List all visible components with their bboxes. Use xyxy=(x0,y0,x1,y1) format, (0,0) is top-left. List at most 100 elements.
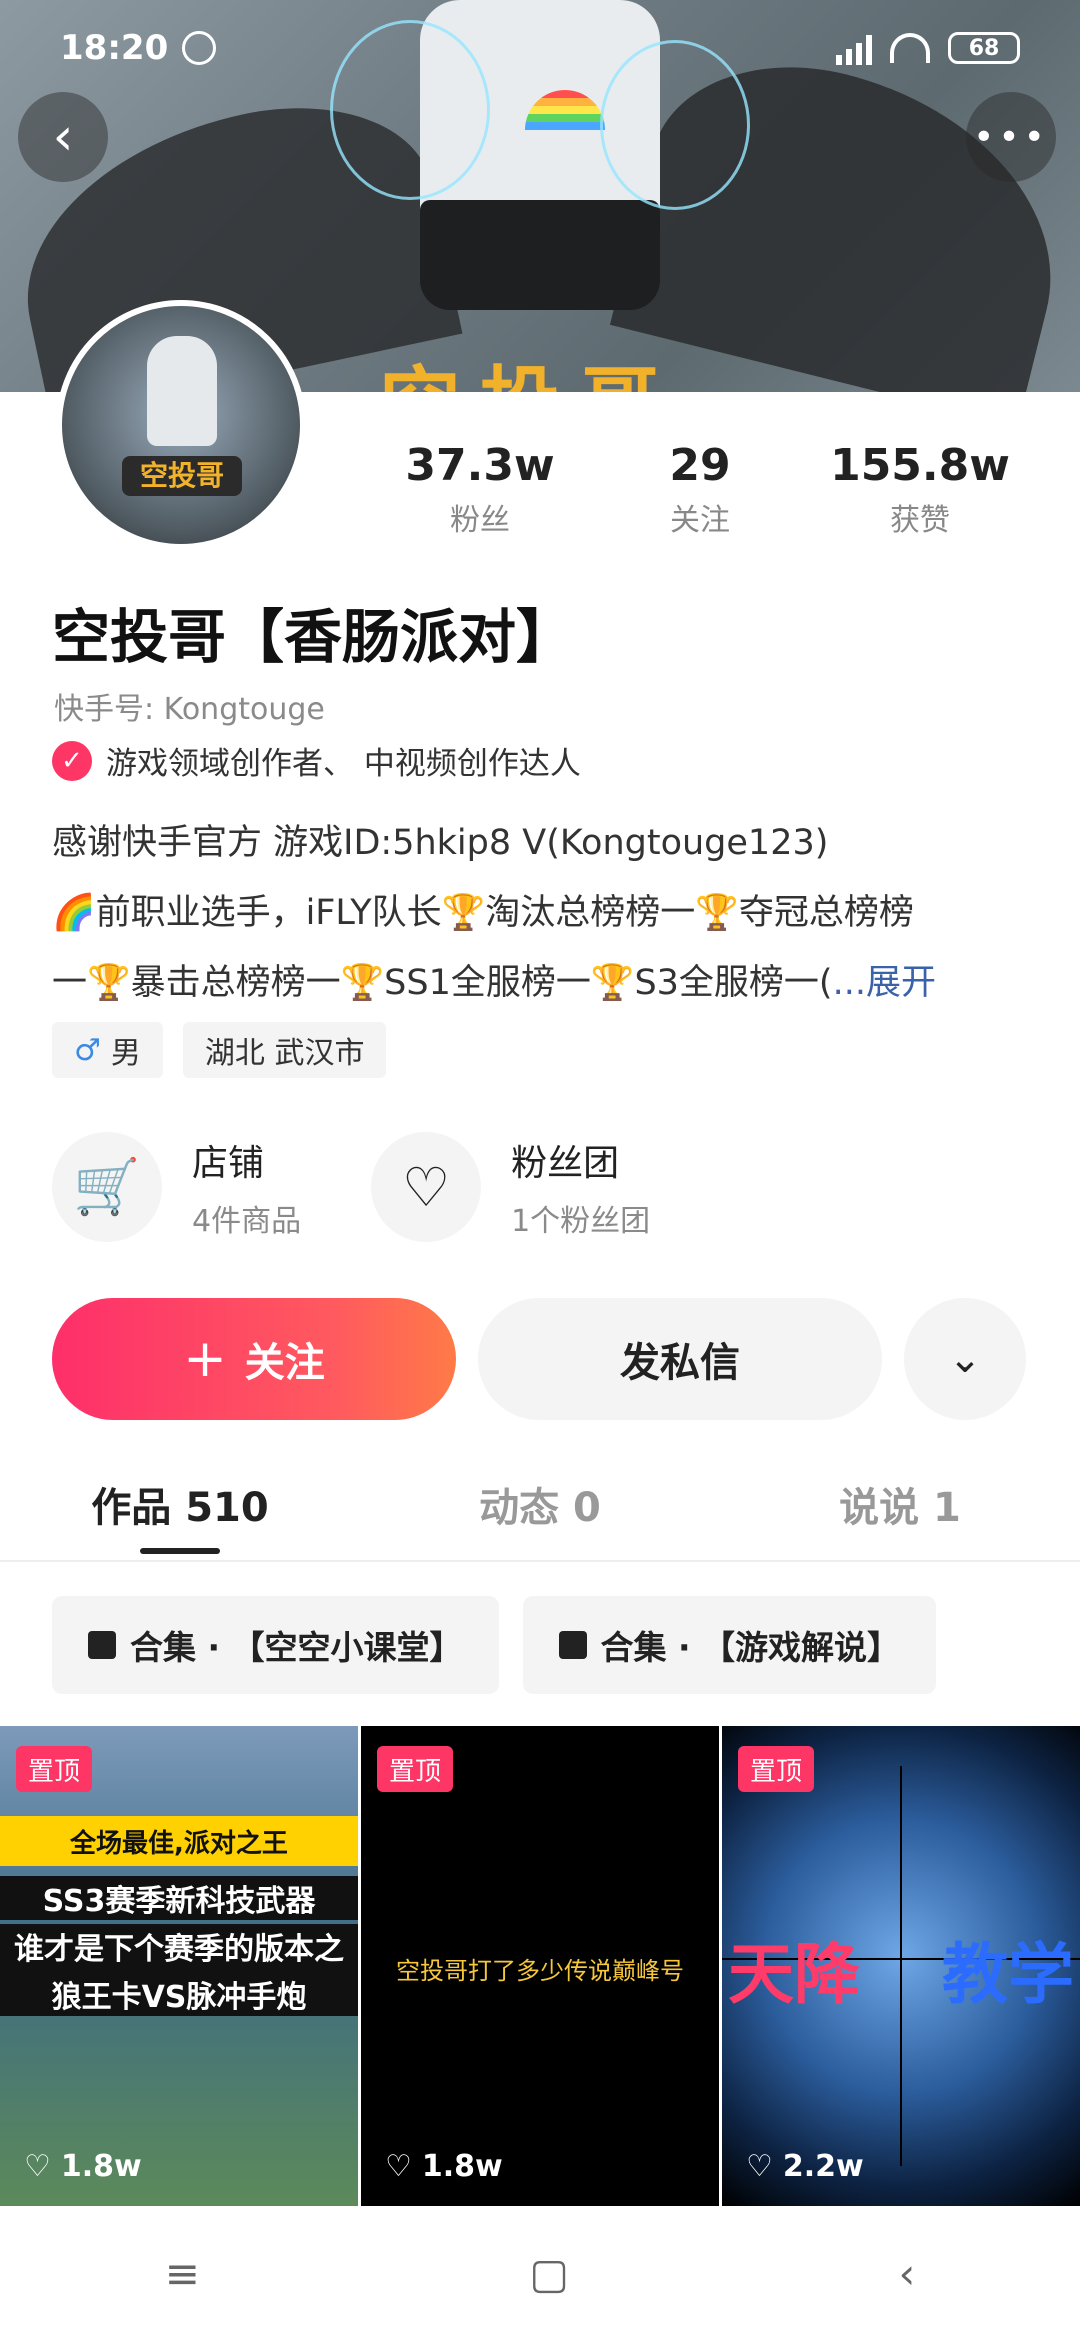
avatar[interactable]: 空投哥 xyxy=(56,300,306,550)
status-time: 18:20 xyxy=(60,28,169,68)
stat-label: 粉丝 xyxy=(450,503,510,538)
bio-line-last: 一🏆暴击总榜榜一🏆SS1全服榜一🏆S3全服榜一(...展开 xyxy=(52,948,1032,1018)
follow-label: 关注 xyxy=(244,1340,325,1386)
profile-bio: 感谢快手官方 游戏ID:5hkip8 V(Kongtouge123) 🌈前职业选… xyxy=(52,808,1032,1018)
pinned-badge: 置顶 xyxy=(377,1746,454,1792)
stat-value: 155.8w xyxy=(830,440,1010,491)
message-button[interactable]: 发私信 xyxy=(478,1298,882,1420)
video-thumbnail[interactable]: 置顶 全场最佳,派对之王 SS3赛季新科技武器 谁才是下个赛季的版本之子 狼王卡… xyxy=(0,1726,358,2206)
likes-count: 2.2w xyxy=(782,2149,864,2184)
tab-label: 说说 1 xyxy=(839,1485,961,1531)
avatar-tag: 空投哥 xyxy=(122,456,242,496)
heart-icon: ♡ xyxy=(746,2149,773,2184)
shop-subtitle: 4件商品 xyxy=(192,1204,302,1239)
caption-part: 天降 xyxy=(728,1936,860,2013)
bio-line: 感谢快手官方 游戏ID:5hkip8 V(Kongtouge123) xyxy=(52,823,829,863)
tab-label: 作品 510 xyxy=(91,1485,269,1531)
profile-tags: ♂ 男 湖北 武汉市 xyxy=(52,1022,387,1078)
wifi-icon xyxy=(890,33,930,63)
profile-stats: 37.3w 粉丝 29 关注 155.8w 获赞 xyxy=(380,440,1020,539)
location-chip: 湖北 武汉市 xyxy=(182,1022,387,1078)
expand-button[interactable]: ⌄ xyxy=(904,1298,1026,1420)
likes-count: 1.8w xyxy=(60,2149,142,2184)
more-dots-icon: ••• xyxy=(973,116,1049,158)
tab-moments[interactable]: 动态 0 xyxy=(360,1448,720,1560)
status-bar: 18:20 68 xyxy=(0,0,1080,96)
gender-text: 男 xyxy=(110,1036,141,1071)
video-grid: 置顶 全场最佳,派对之王 SS3赛季新科技武器 谁才是下个赛季的版本之子 狼王卡… xyxy=(0,1726,1080,2206)
profile-name: 空投哥【香肠派对】 xyxy=(52,603,575,671)
system-nav-bar: ≡ ▢ ‹ xyxy=(0,2206,1080,2340)
content-tabs: 作品 510 动态 0 说说 1 xyxy=(0,1448,1080,1562)
action-buttons: + 关注 发私信 ⌄ xyxy=(52,1298,1028,1420)
collection-chip[interactable]: 合集 · 【空空小课堂】 xyxy=(52,1596,499,1694)
stat-following[interactable]: 29 关注 xyxy=(600,440,800,539)
fans-club-title: 粉丝团 xyxy=(511,1143,620,1184)
video-thumbnail[interactable]: 置顶 天降 教学 ♡ 2.2w xyxy=(722,1726,1080,2206)
stat-label: 获赞 xyxy=(890,503,950,538)
cart-icon: 🛒 xyxy=(52,1132,162,1242)
banner-character-pants xyxy=(420,200,660,310)
home-square-icon[interactable]: ▢ xyxy=(529,2249,569,2298)
shop-row: 🛒 店铺 4件商品 ♡ 粉丝团 1个粉丝团 xyxy=(52,1132,650,1242)
playlist-icon xyxy=(558,1631,587,1659)
verification-text: 游戏领域创作者、 中视频创作达人 xyxy=(106,746,581,782)
menu-icon[interactable]: ≡ xyxy=(165,2249,200,2298)
thumbnail-caption: SS3赛季新科技武器 xyxy=(0,1876,358,1920)
bio-expand-link[interactable]: ...展开 xyxy=(833,963,936,1003)
pinned-badge: 置顶 xyxy=(738,1746,815,1792)
male-icon: ♂ xyxy=(74,1032,101,1068)
stat-value: 37.3w xyxy=(405,440,555,491)
stat-value: 29 xyxy=(669,440,731,491)
location-text: 湖北 武汉市 xyxy=(204,1036,365,1071)
gender-chip: ♂ 男 xyxy=(52,1022,163,1078)
video-thumbnail[interactable]: 置顶 空投哥打了多少传说巅峰号 ♡ 1.8w xyxy=(361,1726,719,2206)
back-arrow-icon: ‹ xyxy=(52,107,74,167)
thumbnail-caption: 狼王卡VS脉冲手炮 xyxy=(0,1972,358,2016)
stat-fans[interactable]: 37.3w 粉丝 xyxy=(380,440,580,539)
shop-title: 店铺 xyxy=(192,1143,265,1184)
signal-icon xyxy=(836,31,872,65)
thumbnail-caption: 空投哥打了多少传说巅峰号 xyxy=(396,1957,684,1985)
bio-line: 一🏆暴击总榜榜一🏆SS1全服榜一🏆S3全服榜一( xyxy=(52,963,833,1003)
stat-likes[interactable]: 155.8w 获赞 xyxy=(820,440,1020,539)
tab-works[interactable]: 作品 510 xyxy=(0,1448,360,1560)
banner-title-text: 空投哥 xyxy=(380,340,680,392)
alarm-icon xyxy=(182,31,217,65)
message-label: 发私信 xyxy=(620,1340,740,1386)
heart-outline-icon: ♡ xyxy=(371,1132,482,1242)
verified-check-icon: ✓ xyxy=(52,740,92,781)
chevron-down-icon: ⌄ xyxy=(948,1336,982,1382)
stat-label: 关注 xyxy=(670,503,730,538)
more-button[interactable]: ••• xyxy=(966,92,1056,182)
collections-row: 合集 · 【空空小课堂】 合集 · 【游戏解说】 xyxy=(52,1596,937,1694)
collection-label: 合集 · 【游戏解说】 xyxy=(600,1628,901,1667)
follow-button[interactable]: + 关注 xyxy=(52,1298,456,1420)
avatar-character xyxy=(147,336,217,446)
video-likes: ♡ 1.8w xyxy=(385,2149,503,2184)
kuaishou-id: 快手号: Kongtouge xyxy=(54,692,325,727)
battery-icon: 68 xyxy=(948,32,1020,64)
tab-label: 动态 0 xyxy=(479,1485,601,1531)
pinned-badge: 置顶 xyxy=(16,1746,93,1792)
heart-icon: ♡ xyxy=(24,2149,51,2184)
playlist-icon xyxy=(88,1631,116,1659)
tab-posts[interactable]: 说说 1 xyxy=(720,1448,1080,1560)
thumbnail-caption: 全场最佳,派对之王 xyxy=(0,1816,358,1866)
likes-count: 1.8w xyxy=(421,2149,503,2184)
bio-line: 🌈前职业选手，iFLY队长🏆淘汰总榜榜一🏆夺冠总榜榜 xyxy=(52,893,914,933)
shop-entry[interactable]: 🛒 店铺 4件商品 xyxy=(52,1132,301,1242)
back-nav-icon[interactable]: ‹ xyxy=(898,2249,915,2298)
verification-row: ✓ 游戏领域创作者、 中视频创作达人 xyxy=(52,738,581,783)
fans-club-subtitle: 1个粉丝团 xyxy=(511,1204,651,1239)
fans-club-entry[interactable]: ♡ 粉丝团 1个粉丝团 xyxy=(371,1132,650,1242)
collection-label: 合集 · 【空空小课堂】 xyxy=(130,1628,463,1667)
caption-part: 教学 xyxy=(942,1936,1074,2013)
collection-chip[interactable]: 合集 · 【游戏解说】 xyxy=(522,1596,937,1694)
video-likes: ♡ 2.2w xyxy=(746,2149,864,2184)
back-button[interactable]: ‹ xyxy=(18,92,108,182)
video-likes: ♡ 1.8w xyxy=(24,2149,142,2184)
plus-icon: + xyxy=(183,1329,227,1389)
thumbnail-caption: 天降 教学 xyxy=(722,1921,1080,2017)
heart-icon: ♡ xyxy=(385,2149,412,2184)
